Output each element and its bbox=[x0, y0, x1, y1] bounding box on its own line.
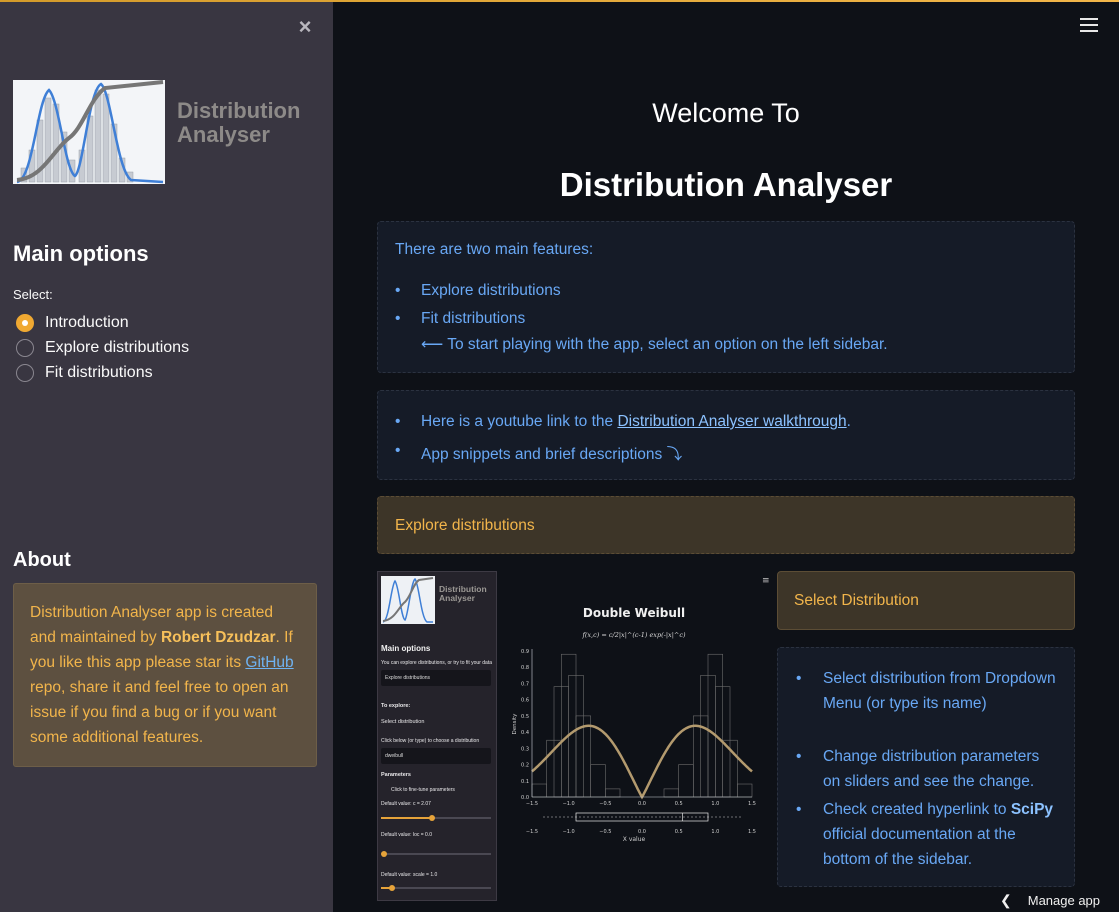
main-options-heading: Main options bbox=[13, 241, 149, 266]
x-tick-label-box: 0.5 bbox=[675, 829, 683, 835]
y-tick-label: 0.9 bbox=[521, 649, 529, 655]
list-item: • Change distribution parameters on slide… bbox=[796, 748, 1040, 790]
chart-menu-icon: ≡ bbox=[762, 576, 770, 586]
sidebar: × Distribution Analyser Main options Sel… bbox=[0, 2, 333, 912]
snippet-dropdown-distribution: dweibull bbox=[381, 748, 491, 764]
x-tick-label: 0.0 bbox=[638, 801, 646, 807]
youtube-walkthrough-link[interactable]: Distribution Analyser walkthrough bbox=[617, 413, 846, 430]
snippet-slider-c bbox=[381, 815, 491, 821]
snippet-logo bbox=[381, 576, 435, 624]
hamburger-menu-icon[interactable] bbox=[1080, 18, 1098, 34]
chart-formula: f(x,c) = c/2|x|^(c-1) exp(-|x|^c) bbox=[581, 631, 686, 639]
pdf-curve bbox=[531, 724, 753, 800]
page-title: Distribution Analyser bbox=[559, 166, 893, 203]
radio-button[interactable] bbox=[16, 339, 34, 357]
histogram-bar bbox=[531, 783, 547, 798]
radio-fit-distributions[interactable]: Fit distributions bbox=[16, 364, 153, 382]
x-tick-label: −1.0 bbox=[563, 801, 575, 807]
x-tick-label-box: 1.0 bbox=[711, 829, 719, 835]
chart-svg: ≡ Double Weibull f(x,c) = c/2|x|^(c-1) exp… bbox=[512, 576, 770, 843]
app-logo-title: Distribution Analyser bbox=[177, 98, 301, 147]
snippet-to-explore: To explore: bbox=[381, 703, 411, 709]
x-tick-label: 1.5 bbox=[748, 801, 756, 807]
histogram-bar bbox=[605, 788, 621, 798]
snippet-slider-loc bbox=[381, 851, 491, 857]
x-tick-label: −1.5 bbox=[526, 801, 538, 807]
snippet-loc-label: Default value: loc = 0.0 bbox=[381, 832, 433, 838]
snippet-main-options: Main options bbox=[381, 644, 431, 653]
features-intro: There are two main features: bbox=[395, 241, 594, 258]
y-tick-label: 0.1 bbox=[521, 779, 529, 785]
x-tick-label-box: −1.0 bbox=[563, 829, 575, 835]
radio-explore-distributions[interactable]: Explore distributions bbox=[16, 339, 189, 357]
radio-button-selected[interactable] bbox=[16, 314, 34, 332]
snippet-parameters: Parameters bbox=[381, 772, 411, 778]
radio-label: Introduction bbox=[45, 314, 129, 331]
snippet-select-distribution: Select distribution bbox=[381, 719, 425, 725]
welcome-heading: Welcome To bbox=[652, 98, 800, 128]
x-tick-label: −0.5 bbox=[599, 801, 611, 807]
features-card: There are two main features: • Explore di… bbox=[377, 221, 1075, 373]
explore-distributions-header: Explore distributions bbox=[377, 496, 1075, 554]
list-item: • Select distribution from Dropdown Menu … bbox=[796, 670, 1056, 712]
y-tick-label: 0.5 bbox=[521, 714, 529, 720]
select-distribution-header: Select Distribution bbox=[777, 571, 1075, 630]
radio-button[interactable] bbox=[16, 364, 34, 382]
y-tick-label: 0.7 bbox=[521, 681, 529, 687]
double-weibull-chart: ≡ Double Weibull f(x,c) = c/2|x|^(c-1) exp… bbox=[502, 571, 770, 845]
x-tick-label-box: 0.0 bbox=[638, 829, 646, 835]
x-tick-label-box: −0.5 bbox=[599, 829, 611, 835]
scipy-bold: SciPy bbox=[1010, 801, 1054, 818]
snippet-c-label: Default value: c = 2.07 bbox=[381, 801, 431, 807]
github-link[interactable]: GitHub bbox=[245, 654, 293, 671]
snippet-click-below: Click below (or type) to choose a distri… bbox=[381, 738, 480, 744]
manage-app-label: Manage app bbox=[1027, 892, 1101, 908]
snippet-slider-scale bbox=[381, 885, 491, 891]
features-note: ⟵ To start playing with the app, select … bbox=[421, 336, 888, 353]
y-tick-label: 0.4 bbox=[521, 730, 529, 736]
close-sidebar-icon[interactable]: × bbox=[294, 16, 316, 38]
links-card: • Here is a youtube link to the Distribu… bbox=[377, 390, 1075, 480]
snippet-logo-title: Distribution Analyser bbox=[439, 584, 487, 603]
app-snippet-sidebar-image: Distribution Analyser Main options You c… bbox=[377, 571, 497, 901]
snippet-scale-label: Default value: scale = 1.0 bbox=[381, 872, 438, 878]
manage-app-button[interactable]: ❮ Manage app bbox=[975, 888, 1119, 912]
author-name: Robert Dzudzar bbox=[160, 629, 276, 646]
select-distribution-card: • Select distribution from Dropdown Menu … bbox=[777, 647, 1075, 887]
x-tick-label-box: −1.5 bbox=[526, 829, 538, 835]
snippet-hint: You can explore distributions, or try to… bbox=[381, 660, 492, 666]
histogram-bar bbox=[590, 764, 606, 798]
histogram-bar bbox=[737, 783, 753, 798]
histogram-bar bbox=[663, 788, 679, 798]
radio-introduction[interactable]: Introduction bbox=[16, 314, 129, 332]
x-tick-label-box: 1.5 bbox=[748, 829, 756, 835]
radio-label: Explore distributions bbox=[45, 339, 190, 356]
snippet-fine-tune: Click to fine-tune parameters bbox=[391, 787, 455, 793]
chart-title: Double Weibull bbox=[583, 606, 685, 620]
about-box: Distribution Analyser app is created and… bbox=[13, 583, 317, 767]
x-tick-label: 0.5 bbox=[675, 801, 683, 807]
radio-label: Fit distributions bbox=[45, 364, 153, 381]
app-logo-image bbox=[13, 80, 165, 184]
histogram-bar bbox=[678, 764, 694, 798]
x-axis-label: X value bbox=[623, 836, 646, 843]
y-tick-label: 0.3 bbox=[521, 746, 529, 752]
select-label: Select: bbox=[13, 287, 53, 302]
x-tick-label: 1.0 bbox=[711, 801, 719, 807]
list-item: • Check created hyperlink to SciPy offici… bbox=[796, 801, 1054, 868]
about-text: repo, share it and feel free to open an … bbox=[30, 679, 289, 746]
y-tick-label: 0.8 bbox=[521, 665, 529, 671]
chevron-left-icon: ❮ bbox=[1000, 891, 1012, 908]
snippet-dropdown-mode: Explore distributions bbox=[381, 670, 491, 686]
y-tick-label: 0.6 bbox=[521, 698, 529, 704]
about-heading: About bbox=[13, 549, 71, 571]
y-tick-label: 0.2 bbox=[521, 763, 529, 769]
y-axis-label: Density bbox=[512, 713, 518, 735]
